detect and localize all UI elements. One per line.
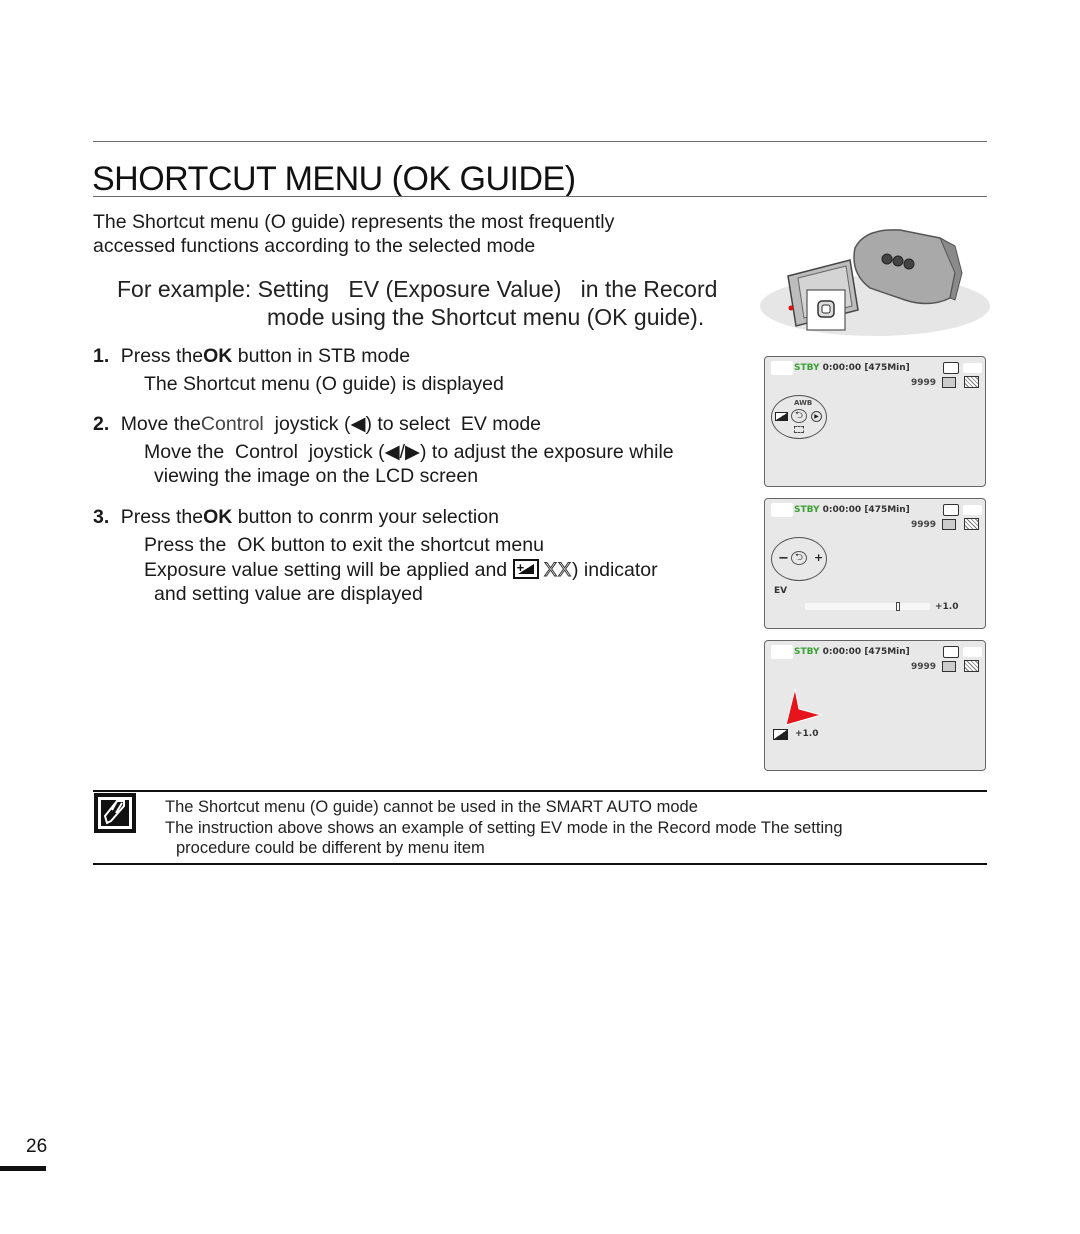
page-number: 26 bbox=[26, 1136, 48, 1157]
storage-card-icon bbox=[943, 362, 959, 374]
play-icon: ▶ bbox=[811, 411, 822, 422]
step-text: button to conrm your selection bbox=[232, 506, 499, 528]
return-icon: ⮌ bbox=[791, 409, 807, 423]
example-line: For example: Setting EV (Exposure Value)… bbox=[117, 276, 718, 302]
button-icon bbox=[903, 258, 915, 270]
ok-button-icon bbox=[821, 304, 831, 314]
stby-label: STBY bbox=[794, 363, 820, 373]
example-line: mode using the Shortcut menu (OK guide). bbox=[267, 304, 705, 330]
button-icon bbox=[881, 253, 893, 265]
ev-value: +1.0 bbox=[935, 602, 959, 612]
step-text: button in STB mode bbox=[232, 345, 411, 367]
note-pencil-icon bbox=[94, 793, 136, 833]
step-sub-text: ) indicator bbox=[572, 559, 658, 581]
top-rule bbox=[93, 141, 987, 142]
lcd-screen-shortcut-menu: STBY 0:00:00 [475Min] 9999 AWB ⮌ ▶ bbox=[764, 356, 986, 487]
note-line: The instruction above shows an example o… bbox=[165, 818, 843, 837]
step-2: 2. Move theControl joystick (◀) to selec… bbox=[93, 412, 674, 488]
control-label: Control bbox=[200, 413, 264, 435]
ok-button-label: OK bbox=[203, 345, 233, 367]
time-counter: 0:00:00 bbox=[822, 363, 862, 373]
step-sub: Exposure value setting will be applied a… bbox=[93, 556, 658, 582]
plus-icon: + bbox=[814, 551, 824, 564]
step-sub: Press the OK button to exit the shortcut… bbox=[144, 534, 544, 556]
camera-mode-icon bbox=[771, 361, 793, 375]
photo-count: 9999 bbox=[911, 378, 937, 388]
storage-card-icon bbox=[943, 646, 959, 658]
stby-label: STBY bbox=[794, 505, 820, 515]
step-sub: viewing the image on the LCD screen bbox=[154, 465, 479, 487]
quality-icon bbox=[964, 660, 979, 672]
page-number-bar bbox=[0, 1166, 46, 1171]
camera-mode-icon bbox=[771, 645, 793, 659]
ev-placeholder-value: XX bbox=[543, 559, 573, 582]
photo-count: 9999 bbox=[911, 662, 937, 672]
note-text: The Shortcut menu (O guide) cannot be us… bbox=[165, 797, 843, 859]
ev-icon bbox=[775, 412, 788, 421]
step-sub: Move the Control joystick (◀/▶) to adjus… bbox=[144, 441, 674, 463]
step-text: Move the bbox=[120, 413, 201, 435]
step-number: 1. bbox=[93, 345, 110, 367]
step-text: Press the bbox=[120, 345, 204, 367]
ev-slider-thumb[interactable] bbox=[895, 602, 900, 611]
time-counter: 0:00:00 bbox=[822, 505, 862, 515]
step-number: 2. bbox=[93, 413, 110, 435]
step-sub-text: Exposure value setting will be applied a… bbox=[144, 559, 508, 581]
lcd-status-bar: STBY 0:00:00 [475Min] bbox=[794, 505, 910, 515]
ok-button-label: OK bbox=[203, 506, 233, 528]
title-rule bbox=[93, 196, 987, 197]
stby-label: STBY bbox=[794, 647, 820, 657]
camcorder-illustration bbox=[760, 229, 990, 336]
quality-icon bbox=[964, 518, 979, 530]
intro-paragraph: The Shortcut menu (O guide) represents t… bbox=[93, 210, 614, 258]
ev-label: EV bbox=[774, 586, 788, 596]
page-title: SHORTCUT MENU (OK GUIDE) bbox=[92, 160, 576, 198]
lcd-status-bar: STBY 0:00:00 [475Min] bbox=[794, 363, 910, 373]
minus-icon: − bbox=[778, 551, 789, 566]
white-balance-icon: AWB bbox=[794, 399, 813, 407]
remaining-time: [475Min] bbox=[864, 505, 910, 515]
note-rule-top bbox=[93, 790, 987, 792]
step-number: 3. bbox=[93, 506, 110, 528]
note-rule-bottom bbox=[93, 863, 987, 865]
remaining-time: [475Min] bbox=[864, 363, 910, 373]
time-counter: 0:00:00 bbox=[822, 647, 862, 657]
ev-indicator-value: +1.0 bbox=[795, 729, 819, 739]
storage-card-icon bbox=[943, 504, 959, 516]
battery-icon bbox=[963, 363, 982, 373]
battery-icon bbox=[963, 505, 982, 515]
resolution-icon bbox=[942, 661, 956, 672]
lcd-screen-ev-adjust: STBY 0:00:00 [475Min] 9999 − ⮌ + EV +1.0 bbox=[764, 498, 986, 629]
ev-indicator-icon bbox=[773, 729, 788, 740]
record-button-icon bbox=[788, 305, 794, 311]
intro-line: The Shortcut menu (O guide) represents t… bbox=[93, 211, 615, 233]
focus-icon bbox=[794, 426, 804, 433]
ev-slider-track[interactable] bbox=[805, 602, 930, 611]
ev-exposure-icon bbox=[512, 556, 539, 580]
step-3: 3. Press theOK button to conrm your sele… bbox=[93, 505, 658, 606]
step-text: joystick (◀) to select EV mode bbox=[263, 413, 542, 435]
step-text: Press the bbox=[120, 506, 204, 528]
return-icon: ⮌ bbox=[791, 551, 807, 565]
lcd-screen-ev-applied: STBY 0:00:00 [475Min] 9999 +1.0 bbox=[764, 640, 986, 771]
remaining-time: [475Min] bbox=[864, 647, 910, 657]
resolution-icon bbox=[942, 377, 956, 388]
step-1: 1. Press theOK button in STB mode The Sh… bbox=[93, 344, 504, 396]
button-icon bbox=[892, 255, 904, 267]
lcd-status-bar: STBY 0:00:00 [475Min] bbox=[794, 647, 910, 657]
quality-icon bbox=[964, 376, 979, 388]
step-sub: and setting value are displayed bbox=[154, 583, 423, 605]
note-line: The Shortcut menu (O guide) cannot be us… bbox=[165, 798, 698, 816]
intro-line: accessed functions according to the sele… bbox=[93, 235, 536, 257]
red-pointer-arrow-icon bbox=[785, 688, 823, 726]
resolution-icon bbox=[942, 519, 956, 530]
step-sub: The Shortcut menu (O guide) is displayed bbox=[144, 373, 504, 395]
camera-mode-icon bbox=[771, 503, 793, 517]
photo-count: 9999 bbox=[911, 520, 937, 530]
battery-icon bbox=[963, 647, 982, 657]
note-line: procedure could be different by menu ite… bbox=[176, 839, 485, 857]
example-caption: For example: Setting EV (Exposure Value)… bbox=[117, 275, 717, 331]
